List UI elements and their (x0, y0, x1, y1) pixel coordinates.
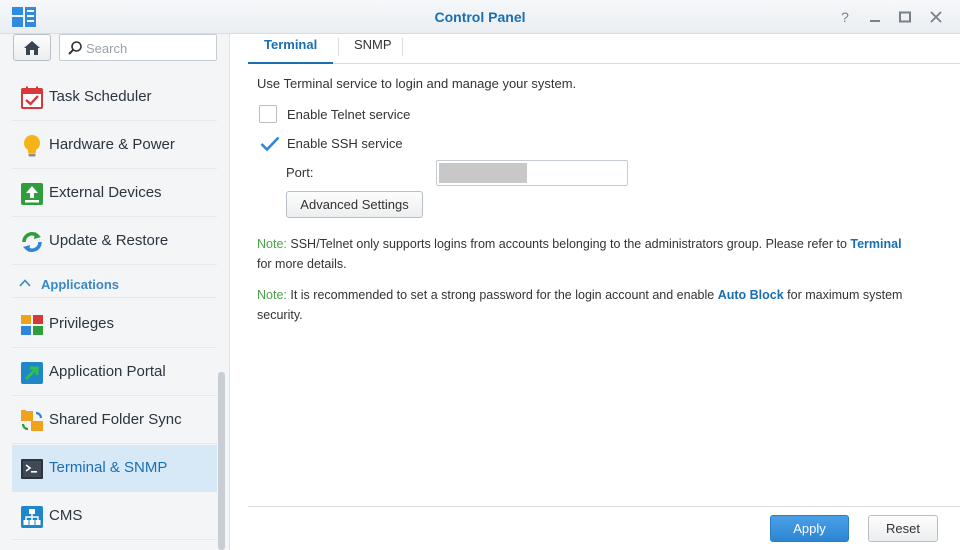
sidebar-item-task-scheduler[interactable]: Task Scheduler (12, 74, 217, 121)
note-label: Note: (257, 237, 287, 251)
sidebar-item-label: Update & Restore (49, 232, 169, 249)
port-label: Port: (286, 165, 314, 180)
sidebar-item-label: Terminal & SNMP (49, 459, 168, 476)
auto-block-link[interactable]: Auto Block (718, 288, 784, 302)
sidebar-item-application-portal[interactable]: Application Portal (12, 349, 217, 396)
close-icon[interactable] (927, 8, 945, 26)
tab-snmp[interactable]: SNMP (338, 34, 408, 64)
note-text: SSH/Telnet only supports logins from acc… (286, 237, 851, 251)
lightbulb-icon (24, 135, 40, 157)
home-icon (24, 41, 40, 55)
port-field[interactable] (436, 160, 628, 186)
reset-button[interactable]: Reset (868, 515, 938, 542)
sidebar-item-label: Hardware & Power (49, 136, 175, 153)
sidebar-item-update-restore[interactable]: Update & Restore (12, 218, 217, 265)
search-input[interactable] (86, 39, 211, 57)
note-admin-logins: Note: SSH/Telnet only supports logins fr… (257, 234, 917, 274)
main-panel: Terminal SNMP Use Terminal service to lo… (231, 34, 960, 550)
chevron-up-icon (19, 279, 31, 287)
minimize-icon[interactable] (866, 8, 884, 26)
tab-bar: Terminal SNMP (248, 34, 960, 64)
window-title: Control Panel (434, 9, 526, 25)
ssh-checkbox[interactable] (259, 134, 280, 152)
sidebar-item-cms[interactable]: CMS (12, 493, 217, 540)
tab-terminal[interactable]: Terminal (248, 34, 334, 64)
sidebar-item-label: Shared Folder Sync (49, 411, 182, 428)
note-text: It is recommended to set a strong passwo… (286, 288, 718, 302)
ssh-label: Enable SSH service (287, 136, 403, 151)
sidebar-item-privileges[interactable]: Privileges (12, 301, 217, 348)
terminal-link[interactable]: Terminal (850, 237, 901, 251)
sidebar-item-label: External Devices (49, 184, 162, 201)
terminal-icon (21, 459, 43, 479)
section-label: Applications (41, 277, 120, 292)
help-icon[interactable]: ? (836, 8, 854, 26)
sidebar-scrollbar[interactable] (218, 372, 225, 550)
telnet-label: Enable Telnet service (287, 107, 411, 122)
search-icon (68, 41, 82, 55)
redacted-value (439, 163, 527, 183)
title-bar: Control Panel ? (0, 0, 960, 34)
sidebar-item-label: Application Portal (49, 363, 166, 380)
sidebar-item-shared-folder-sync[interactable]: Shared Folder Sync (12, 397, 217, 444)
application-portal-icon (21, 362, 43, 384)
sidebar: Task Scheduler Hardware & Power External… (0, 34, 230, 550)
section-applications[interactable]: Applications (12, 270, 217, 298)
sidebar-item-hardware-power[interactable]: Hardware & Power (12, 122, 217, 169)
footer-bar: Apply Reset (248, 506, 960, 550)
task-scheduler-icon (21, 86, 43, 109)
privileges-icon (21, 315, 43, 335)
sidebar-item-external-devices[interactable]: External Devices (12, 170, 217, 217)
cms-icon (21, 506, 43, 528)
external-devices-icon (21, 183, 43, 205)
tab-divider (402, 38, 403, 56)
sidebar-item-label: Task Scheduler (49, 88, 152, 105)
maximize-icon[interactable] (896, 8, 914, 26)
apply-button[interactable]: Apply (770, 515, 849, 542)
update-restore-icon (22, 232, 42, 252)
shared-folder-sync-icon (21, 410, 43, 431)
home-button[interactable] (13, 34, 51, 61)
sidebar-item-label: Privileges (49, 315, 115, 332)
note-text: for more details. (257, 257, 347, 271)
sidebar-item-terminal-snmp[interactable]: Terminal & SNMP (12, 445, 217, 492)
checkmark-icon (260, 136, 280, 152)
note-label: Note: (257, 288, 287, 302)
description-text: Use Terminal service to login and manage… (257, 76, 577, 91)
advanced-settings-button[interactable]: Advanced Settings (286, 191, 423, 218)
telnet-checkbox[interactable] (259, 105, 277, 123)
search-box[interactable] (59, 34, 217, 61)
note-password: Note: It is recommended to set a strong … (257, 285, 917, 325)
sidebar-item-label: CMS (49, 507, 83, 524)
